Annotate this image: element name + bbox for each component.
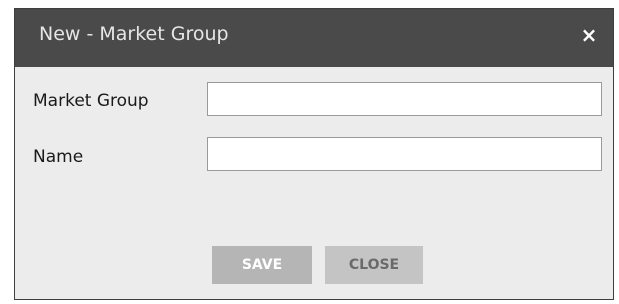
dialog-titlebar: New - Market Group × bbox=[15, 9, 613, 67]
name-label: Name bbox=[33, 147, 84, 167]
dialog-title: New - Market Group bbox=[39, 23, 229, 45]
name-input[interactable] bbox=[207, 137, 602, 171]
close-icon[interactable]: × bbox=[575, 21, 603, 49]
close-button[interactable]: CLOSE bbox=[325, 246, 423, 284]
save-button[interactable]: SAVE bbox=[212, 246, 312, 284]
market-group-dialog: New - Market Group × Market Group Name S… bbox=[14, 8, 614, 300]
market-group-label: Market Group bbox=[33, 91, 149, 111]
market-group-input[interactable] bbox=[207, 82, 602, 116]
